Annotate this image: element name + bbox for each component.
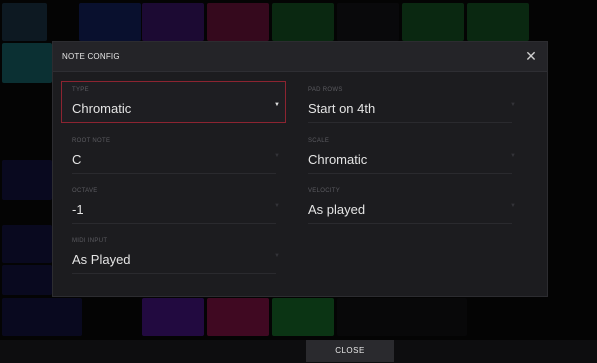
field-underline — [308, 122, 512, 123]
octave-select[interactable]: OCTAVE -1 ▼ — [61, 182, 286, 224]
root-note-label: ROOT NOTE — [72, 138, 111, 144]
velocity-label: VELOCITY — [308, 188, 341, 194]
caret-down-icon: ▼ — [274, 203, 280, 209]
caret-down-icon: ▼ — [274, 253, 280, 259]
type-label: TYPE — [72, 87, 89, 93]
pad-rows-select[interactable]: PAD ROWS Start on 4th ▼ — [297, 81, 522, 123]
scale-select[interactable]: SCALE Chromatic ▼ — [297, 132, 522, 174]
midi-input-label: MIDI INPUT — [72, 238, 108, 244]
note-config-dialog: NOTE CONFIG ✕ TYPE Chromatic ▼ PAD ROWS … — [52, 41, 548, 297]
velocity-select[interactable]: VELOCITY As played ▼ — [297, 182, 522, 224]
close-button[interactable]: CLOSE — [306, 340, 394, 362]
midi-input-value: As Played — [72, 252, 131, 267]
type-select[interactable]: TYPE Chromatic ▼ — [61, 81, 286, 123]
root-note-value: C — [72, 152, 82, 167]
pad-rows-value: Start on 4th — [308, 101, 376, 116]
octave-value: -1 — [72, 202, 84, 217]
dialog-title: NOTE CONFIG — [62, 52, 120, 61]
field-underline — [72, 173, 276, 174]
field-underline — [72, 223, 276, 224]
caret-down-icon: ▼ — [274, 102, 280, 108]
caret-down-icon: ▼ — [274, 153, 280, 159]
field-underline — [72, 273, 276, 274]
caret-down-icon: ▼ — [510, 153, 516, 159]
field-underline — [308, 223, 512, 224]
root-note-select[interactable]: ROOT NOTE C ▼ — [61, 132, 286, 174]
close-icon[interactable]: ✕ — [521, 46, 541, 66]
caret-down-icon: ▼ — [510, 203, 516, 209]
scale-value: Chromatic — [308, 152, 368, 167]
pad-rows-label: PAD ROWS — [308, 87, 343, 93]
dialog-header: NOTE CONFIG ✕ — [53, 42, 547, 72]
type-value: Chromatic — [72, 101, 132, 116]
octave-label: OCTAVE — [72, 188, 98, 194]
caret-down-icon: ▼ — [510, 102, 516, 108]
midi-input-select[interactable]: MIDI INPUT As Played ▼ — [61, 232, 286, 274]
scale-label: SCALE — [308, 138, 330, 144]
velocity-value: As played — [308, 202, 366, 217]
bottom-bar — [0, 340, 597, 363]
field-underline — [308, 173, 512, 174]
